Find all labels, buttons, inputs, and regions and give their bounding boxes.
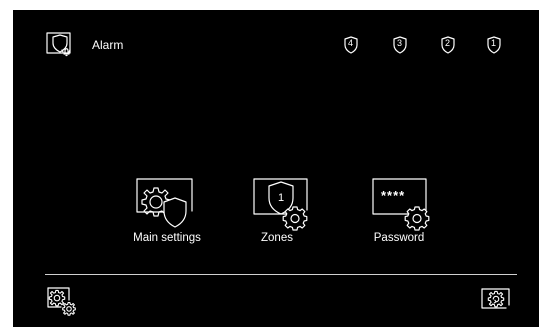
zones-shield-number: 1 [278,192,285,204]
zone-1-number: 1 [491,38,497,48]
zone-3-number: 3 [397,38,403,48]
settings-button[interactable] [47,287,77,316]
refresh-settings-icon [481,288,510,309]
main-settings-icon [136,178,194,228]
zone-4-number: 4 [348,38,354,48]
zone-2-number: 2 [445,38,451,48]
settings-gear-icon [47,287,76,316]
password-icon [372,178,432,231]
footer-divider [45,274,517,275]
refresh-settings-button[interactable] [481,288,517,314]
alarm-screen: Alarm 4 3 2 1 Main settings 1 Zones ****… [13,10,539,327]
zones-button[interactable]: 1 Zones [246,178,308,244]
main-settings-label: Main settings [133,232,201,244]
alarm-app-icon[interactable] [46,32,76,60]
password-label: Password [373,232,425,244]
zones-label: Zones [261,232,293,244]
password-button[interactable]: **** Password [369,178,432,244]
password-masked-value: **** [381,188,406,203]
page-title: Alarm [92,38,124,52]
main-settings-button[interactable]: Main settings [125,178,209,244]
